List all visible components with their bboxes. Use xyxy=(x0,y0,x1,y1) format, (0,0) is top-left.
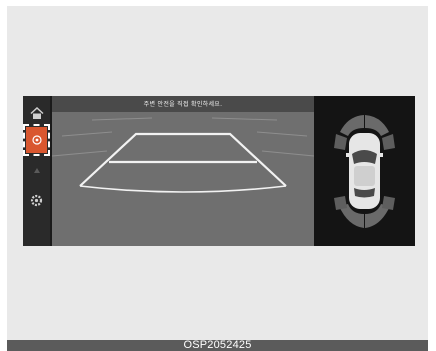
parking-sensor-view xyxy=(314,96,415,246)
home-button[interactable] xyxy=(26,100,47,126)
arrow-button[interactable] xyxy=(26,158,47,184)
rear-camera-button[interactable] xyxy=(23,124,50,156)
infotainment-screen: 주변 안전을 직접 확인하세요. xyxy=(23,96,415,246)
sidebar xyxy=(23,96,50,246)
parking-sensor-diagram xyxy=(334,115,395,228)
settings-icon xyxy=(30,194,43,206)
figure-code: OSP2052425 xyxy=(7,340,428,351)
home-icon xyxy=(29,106,44,119)
car-top-view xyxy=(346,133,383,209)
settings-button[interactable] xyxy=(26,187,47,213)
arrow-icon xyxy=(33,168,40,173)
parking-lot-image xyxy=(52,96,314,246)
camera-warning-text: 주변 안전을 직접 확인하세요. xyxy=(143,101,223,108)
rear-camera-view: 주변 안전을 직접 확인하세요. xyxy=(52,96,314,246)
rear-camera-icon xyxy=(31,135,42,145)
